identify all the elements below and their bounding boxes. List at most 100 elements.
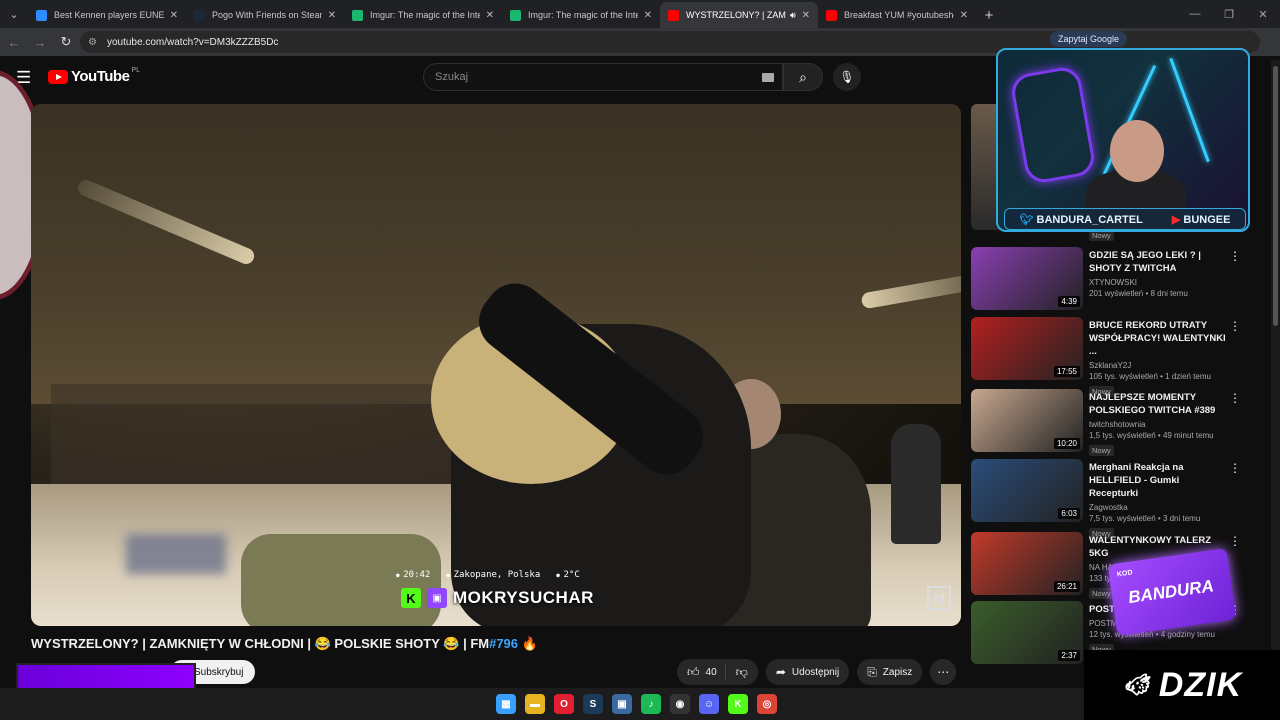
voice-search-button[interactable]: 🎙 — [833, 63, 861, 91]
dislike-button[interactable]: 👎︎ — [726, 665, 758, 680]
video-frame-terrace — [51, 384, 471, 494]
video-frame-person — [891, 424, 941, 544]
start-icon[interactable]: ▦ — [496, 694, 516, 714]
recommendation-title[interactable]: NAJLEPSZE MOMENTY POLSKIEGO TWITCHA #389 — [1089, 391, 1229, 417]
tab-close-icon[interactable]: ✕ — [170, 10, 178, 21]
tab-favicon-icon — [352, 9, 363, 21]
recommendation-thumbnail[interactable]: 10:20 — [971, 389, 1083, 452]
steam-icon[interactable]: S — [583, 694, 603, 714]
save-button[interactable]: ⎘ Zapisz — [857, 659, 923, 685]
monitor-icon[interactable]: ▣ — [612, 694, 632, 714]
chrome-icon[interactable]: ◎ — [757, 694, 777, 714]
microphone-icon: 🎙 — [839, 70, 855, 84]
recommendation-thumbnail[interactable]: 26:21 — [971, 532, 1083, 595]
twitter-handle: BANDURA_CARTEL — [1036, 213, 1143, 226]
site-info-icon[interactable]: ⚙ — [88, 37, 97, 48]
tab-title: Pogo With Friends on Steam — [212, 10, 322, 20]
more-options-icon[interactable]: ⋮ — [1229, 534, 1241, 548]
neon-panther-logo — [1008, 64, 1098, 186]
recommendation-title[interactable]: BRUCE REKORD UTRATY WSPÓŁPRACY! WALENTYN… — [1089, 319, 1229, 358]
recommendation-channel[interactable]: SzklanaY2J — [1089, 361, 1229, 370]
recommendation-thumbnail[interactable]: 6:03 — [971, 459, 1083, 522]
neon-light — [1169, 57, 1210, 163]
youtube-logo-text: YouTube — [71, 68, 130, 85]
twitter-icon: 🐦︎ — [1019, 213, 1034, 226]
browser-tab[interactable]: Breakfast YUM #youtubeshorts ✕ — [818, 2, 976, 28]
browser-tab[interactable]: Best Kennen players EUNE - Le ✕ — [28, 2, 186, 28]
recommendation-meta: 1,5 tys. wyświetleń • 49 minut temu — [1089, 431, 1214, 440]
maximize-icon[interactable]: ❐ — [1212, 0, 1246, 28]
more-options-icon[interactable]: ⋮ — [1229, 249, 1241, 263]
more-options-icon[interactable]: ⋮ — [1229, 319, 1241, 333]
more-icon: ⋯ — [937, 665, 950, 679]
reload-icon[interactable]: ↻ — [54, 30, 78, 54]
like-count: 40 — [705, 666, 717, 678]
opera-icon[interactable]: O — [554, 694, 574, 714]
os-taskbar: ▦ ▬ O S ▣ ♪ ◉ ☺ K ◎ — [0, 688, 1084, 720]
video-hashtag[interactable]: #796 — [489, 636, 518, 651]
stream-temperature: 2°C — [556, 570, 580, 580]
more-options-icon[interactable]: ⋮ — [1229, 391, 1241, 405]
tab-search-icon[interactable]: ⌄ — [0, 0, 28, 28]
speaker-icon[interactable]: 🔊︎ — [790, 10, 796, 21]
recommendation-item[interactable]: 10:20 NAJLEPSZE MOMENTY POLSKIEGO TWITCHA… — [971, 389, 1261, 456]
thumbs-up-icon: 👍︎ — [687, 664, 700, 679]
recommendation-channel[interactable]: Zagwostka — [1089, 503, 1229, 512]
tab-close-icon[interactable]: ✕ — [644, 10, 652, 21]
more-options-icon[interactable]: ⋮ — [1229, 461, 1241, 475]
video-title-emoji: 🔥 — [518, 636, 538, 651]
browser-tab[interactable]: Imgur: The magic of the Interne ✕ — [344, 2, 502, 28]
like-button[interactable]: 👍︎ 40 — [677, 664, 726, 680]
back-icon[interactable]: ← — [2, 30, 26, 54]
browser-tab[interactable]: Pogo With Friends on Steam ✕ — [186, 2, 344, 28]
tab-favicon-icon — [194, 9, 205, 21]
recommendation-meta: 12 tys. wyświetleń • 4 godziny temu — [1089, 630, 1215, 639]
recommendation-channel[interactable]: XTYNOWSKI — [1089, 278, 1229, 287]
search-icon: ⌕ — [799, 68, 807, 85]
share-button[interactable]: ➦ Udostępnij — [765, 659, 850, 685]
obs-icon[interactable]: ◉ — [670, 694, 690, 714]
recommendation-thumbnail[interactable]: 4:39 — [971, 247, 1083, 310]
kick-icon: K — [401, 588, 421, 608]
video-duration: 10:20 — [1053, 438, 1080, 449]
minimize-icon[interactable]: — — [1178, 0, 1212, 28]
twitch-icon: ▣ — [427, 588, 447, 608]
discord-icon[interactable]: ☺ — [699, 694, 719, 714]
recommendation-item[interactable]: 6:03 Merghani Reakcja na HELLFIELD - Gumk… — [971, 459, 1261, 539]
browser-tab[interactable]: WYSTRZELONY? | ZAMKNI 🔊︎ ✕ — [660, 2, 818, 28]
recommendation-item[interactable]: 17:55 BRUCE REKORD UTRATY WSPÓŁPRACY! WAL… — [971, 317, 1261, 397]
spotify-icon[interactable]: ♪ — [641, 694, 661, 714]
tab-close-icon[interactable]: ✕ — [486, 10, 494, 21]
stream-location: Zakopane, Polska — [446, 570, 541, 580]
scrollbar-thumb[interactable] — [1273, 66, 1278, 326]
browser-tab[interactable]: Imgur: The magic of the Interne ✕ — [502, 2, 660, 28]
bookmark-icon: ⎘ — [867, 664, 877, 679]
tab-favicon-icon — [826, 9, 837, 21]
ask-google-button[interactable]: Zapytaj Google — [1050, 31, 1128, 47]
kick-icon[interactable]: K — [728, 694, 748, 714]
more-actions-button[interactable]: ⋯ — [930, 659, 957, 685]
close-window-icon[interactable]: ✕ — [1246, 0, 1280, 28]
recommendation-title[interactable]: Merghani Reakcja na HELLFIELD - Gumki Re… — [1089, 461, 1229, 500]
video-duration: 2:37 — [1058, 650, 1080, 661]
video-player[interactable]: 20:42 Zakopane, Polska 2°C K ▣ MOKRYSUCH… — [31, 104, 961, 626]
recommendation-channel[interactable]: twitchshotownia — [1089, 420, 1229, 429]
files-icon[interactable]: ▬ — [525, 694, 545, 714]
forward-icon[interactable]: → — [28, 30, 52, 54]
recommendation-thumbnail[interactable]: 2:37 — [971, 601, 1083, 664]
search-placeholder: Szukaj — [435, 71, 469, 83]
search-button[interactable]: ⌕ — [783, 63, 823, 91]
tab-close-icon[interactable]: ✕ — [802, 10, 810, 21]
tab-close-icon[interactable]: ✕ — [328, 10, 336, 21]
page-scrollbar[interactable] — [1271, 60, 1280, 700]
new-tab-button[interactable]: + — [976, 2, 1002, 28]
youtube-play-icon — [48, 69, 68, 84]
keyboard-icon[interactable] — [762, 73, 774, 82]
recommendation-title[interactable]: GDZIE SĄ JEGO LEKI ? | SHOTY Z TWITCHA — [1089, 249, 1229, 275]
recommendation-item[interactable]: 4:39 GDZIE SĄ JEGO LEKI ? | SHOTY Z TWITC… — [971, 247, 1261, 313]
recommendation-thumbnail[interactable]: 17:55 — [971, 317, 1083, 380]
search-input[interactable]: Szukaj — [423, 63, 783, 91]
youtube-logo[interactable]: YouTube PL — [48, 67, 140, 85]
youtube-handle: BUNGEE — [1183, 213, 1231, 226]
tab-close-icon[interactable]: ✕ — [960, 10, 968, 21]
